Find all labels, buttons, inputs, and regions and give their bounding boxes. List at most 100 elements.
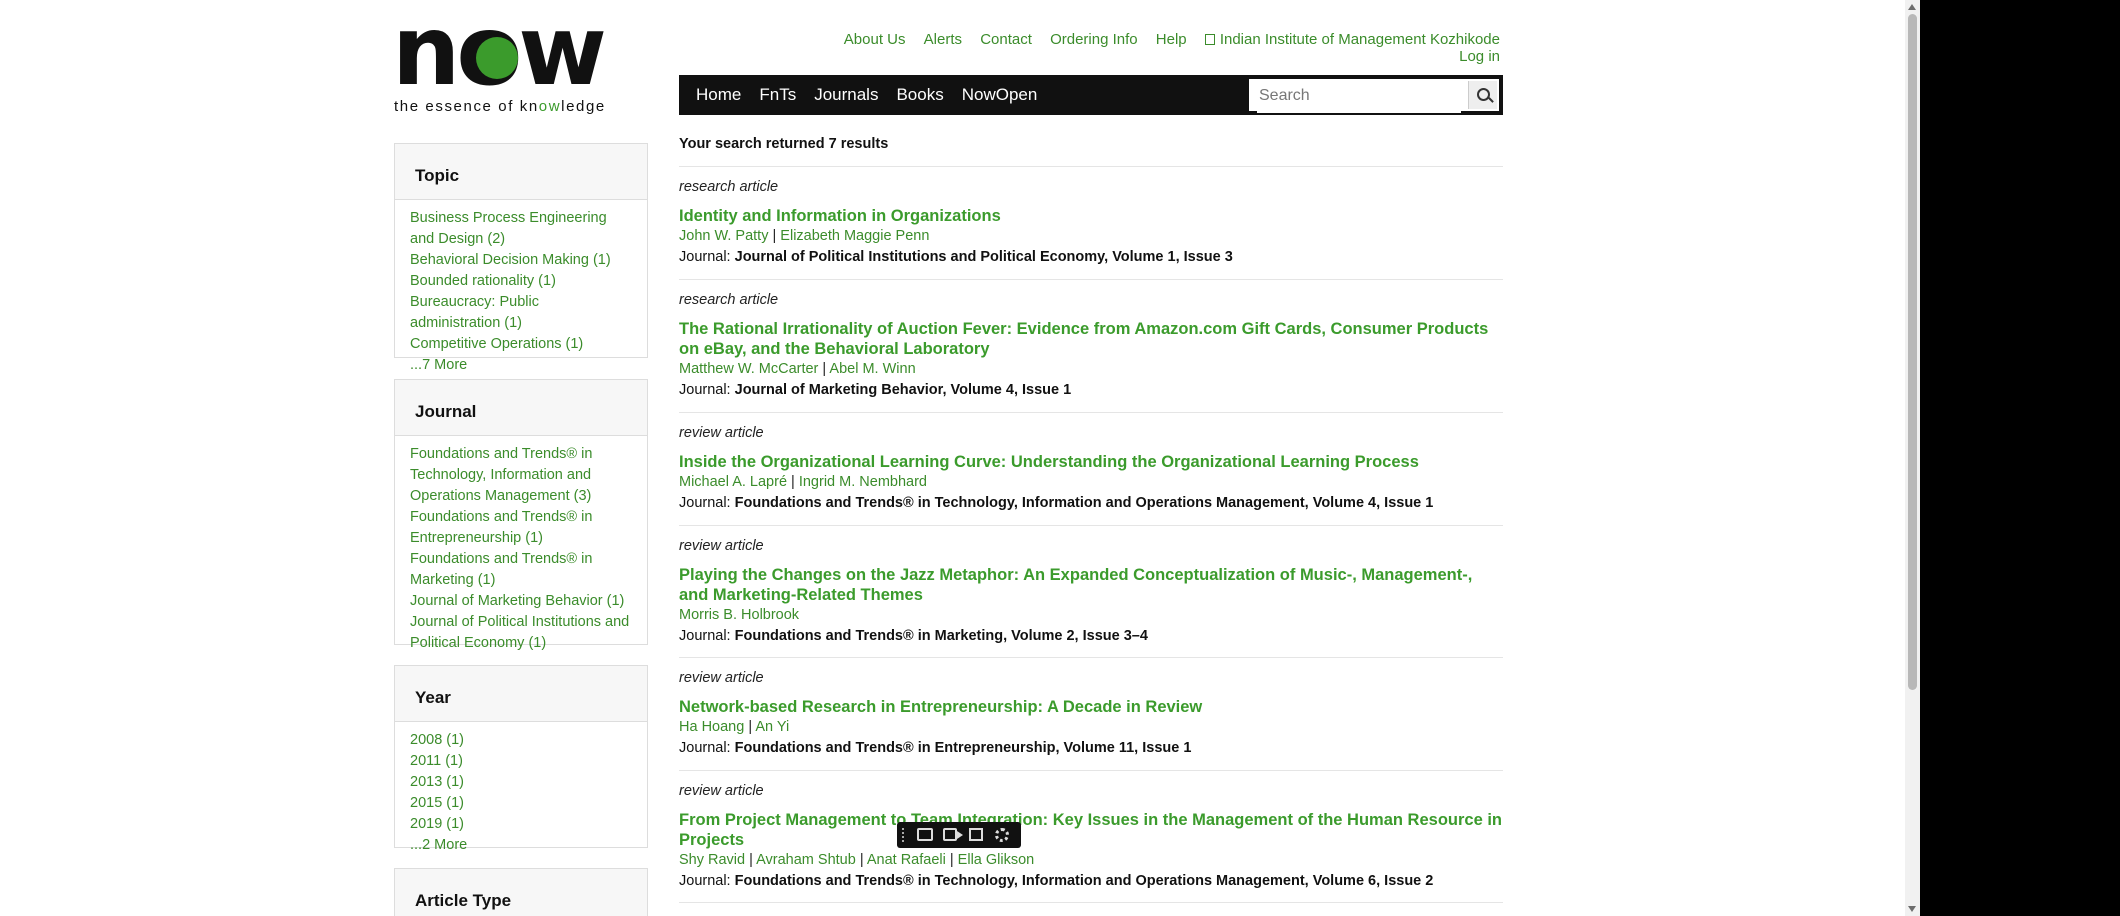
institution-icon: [1204, 34, 1215, 45]
page-scrollbar[interactable]: [1905, 0, 1920, 916]
facet-item[interactable]: Bureaucracy: Public administration (1): [410, 292, 633, 334]
result-authors: Ha Hoang | An Yi: [679, 719, 790, 735]
nav-fnts[interactable]: FnTs: [759, 75, 796, 115]
nav-nowopen[interactable]: NowOpen: [962, 75, 1038, 115]
result-title-link[interactable]: Playing the Changes on the Jazz Metaphor…: [679, 565, 1503, 605]
search-box: [1249, 79, 1499, 113]
divider: [679, 657, 1503, 658]
journal-name[interactable]: Foundations and Trends® in Entrepreneurs…: [735, 740, 1192, 756]
video-icon[interactable]: [943, 828, 963, 841]
divider: [679, 902, 1503, 903]
journal-name[interactable]: Journal of Marketing Behavior, Volume 4,…: [735, 382, 1072, 398]
facet-more-link[interactable]: ...7 More: [410, 355, 633, 376]
institution-link[interactable]: Indian Institute of Management Kozhikode: [1204, 31, 1500, 48]
author-link[interactable]: Morris B. Holbrook: [679, 607, 799, 623]
facet-item[interactable]: Journal of Marketing Behavior (1): [410, 591, 639, 612]
facet-item[interactable]: 2008 (1): [410, 730, 633, 751]
result-journal: Journal: Foundations and Trends® in Tech…: [679, 873, 1434, 889]
login-link[interactable]: Log in: [1459, 48, 1500, 65]
nav-books[interactable]: Books: [896, 75, 943, 115]
result-item: review article Network-based Research in…: [679, 668, 1503, 759]
page: now the essence of knowledge About Us Al…: [0, 0, 1905, 916]
gear-icon[interactable]: [995, 828, 1009, 842]
facet-title: Topic: [415, 166, 460, 185]
facet-item[interactable]: Journal of Political Institutions and Po…: [410, 612, 639, 654]
facet-title: Journal: [415, 402, 477, 421]
result-journal: Journal: Foundations and Trends® in Tech…: [679, 495, 1434, 511]
facet-title: Year: [415, 688, 451, 707]
facet-journal: Journal Foundations and Trends® in Techn…: [394, 379, 648, 651]
result-title-link[interactable]: Identity and Information in Organization…: [679, 206, 1503, 226]
facet-item[interactable]: 2013 (1): [410, 772, 633, 793]
author-link[interactable]: Ella Glikson: [958, 852, 1035, 868]
facet-item[interactable]: Behavioral Decision Making (1): [410, 250, 633, 271]
author-link[interactable]: Abel M. Winn: [829, 361, 915, 377]
contact-link[interactable]: Contact: [980, 31, 1032, 48]
author-link[interactable]: Anat Rafaeli: [867, 852, 946, 868]
result-item: review article From Project Management t…: [679, 781, 1503, 892]
author-link[interactable]: Shy Ravid: [679, 852, 745, 868]
about-us-link[interactable]: About Us: [844, 31, 906, 48]
now-logo[interactable]: now the essence of knowledge: [392, 3, 622, 116]
facet-year: Year 2008 (1) 2011 (1) 2013 (1) 2015 (1)…: [394, 665, 648, 853]
search-input[interactable]: [1257, 79, 1461, 113]
author-link[interactable]: Ingrid M. Nembhard: [799, 474, 927, 490]
divider: [679, 770, 1503, 771]
facet-article-type: Article Type: [394, 868, 648, 916]
grip-icon[interactable]: [902, 828, 910, 842]
article-type: research article: [679, 292, 779, 308]
result-journal: Journal: Foundations and Trends® in Entr…: [679, 740, 1192, 756]
result-title-link[interactable]: The Rational Irrationality of Auction Fe…: [679, 319, 1503, 359]
facet-item[interactable]: Bounded rationality (1): [410, 271, 633, 292]
divider: [679, 525, 1503, 526]
ordering-info-link[interactable]: Ordering Info: [1050, 31, 1138, 48]
author-link[interactable]: Matthew W. McCarter: [679, 361, 818, 377]
result-title-link[interactable]: Network-based Research in Entrepreneursh…: [679, 697, 1503, 717]
scroll-up-icon[interactable]: [1908, 4, 1916, 10]
result-authors: Morris B. Holbrook: [679, 605, 1503, 626]
facet-more-link[interactable]: ...2 More: [410, 835, 633, 856]
search-button[interactable]: [1468, 81, 1497, 109]
author-link[interactable]: Avraham Shtub: [756, 852, 856, 868]
facet-item[interactable]: Business Process Engineering and Design …: [410, 208, 633, 250]
result-item: review article Inside the Organizational…: [679, 423, 1503, 514]
author-link[interactable]: Ha Hoang: [679, 719, 744, 735]
facet-title: Article Type: [415, 891, 512, 910]
scroll-down-icon[interactable]: [1908, 906, 1916, 912]
camera-icon[interactable]: [917, 828, 933, 841]
facet-item[interactable]: 2015 (1): [410, 793, 633, 814]
facet-item[interactable]: Competitive Operations (1): [410, 334, 633, 355]
journal-name[interactable]: Foundations and Trends® in Marketing, Vo…: [735, 628, 1148, 644]
result-title-link[interactable]: Inside the Organizational Learning Curve…: [679, 452, 1503, 472]
nav-journals[interactable]: Journals: [814, 75, 878, 115]
author-link[interactable]: An Yi: [755, 719, 789, 735]
result-journal: Journal: Foundations and Trends® in Mark…: [679, 628, 1148, 644]
facet-item[interactable]: Foundations and Trends® in Entrepreneurs…: [410, 507, 599, 549]
journal-name[interactable]: Foundations and Trends® in Technology, I…: [735, 495, 1434, 511]
article-type: review article: [679, 670, 764, 686]
scrollbar-thumb[interactable]: [1908, 14, 1917, 690]
copy-icon[interactable]: [969, 828, 983, 841]
logo-tagline: the essence of knowledge: [394, 98, 606, 115]
result-item: review article Playing the Changes on th…: [679, 536, 1503, 647]
facet-item[interactable]: Foundations and Trends® in Marketing (1): [410, 549, 599, 591]
result-authors: John W. Patty | Elizabeth Maggie Penn: [679, 228, 930, 244]
divider: [679, 166, 1503, 167]
facet-item[interactable]: 2019 (1): [410, 814, 633, 835]
alerts-link[interactable]: Alerts: [924, 31, 962, 48]
result-authors: Michael A. Lapré | Ingrid M. Nembhard: [679, 474, 927, 490]
facet-item[interactable]: Foundations and Trends® in Technology, I…: [410, 444, 599, 507]
nav-home[interactable]: Home: [696, 75, 741, 115]
result-title-link[interactable]: From Project Management to Team Integrat…: [679, 810, 1503, 850]
journal-name[interactable]: Journal of Political Institutions and Po…: [735, 249, 1233, 265]
top-links: About Us Alerts Contact Ordering Info He…: [820, 31, 1500, 65]
article-type: review article: [679, 425, 764, 441]
author-link[interactable]: Elizabeth Maggie Penn: [780, 228, 929, 244]
facet-item[interactable]: 2011 (1): [410, 751, 633, 772]
logo-dot-icon: [476, 37, 518, 79]
result-journal: Journal: Journal of Political Institutio…: [679, 249, 1233, 265]
help-link[interactable]: Help: [1156, 31, 1187, 48]
author-link[interactable]: John W. Patty: [679, 228, 768, 244]
journal-name[interactable]: Foundations and Trends® in Technology, I…: [735, 873, 1434, 889]
author-link[interactable]: Michael A. Lapré: [679, 474, 787, 490]
